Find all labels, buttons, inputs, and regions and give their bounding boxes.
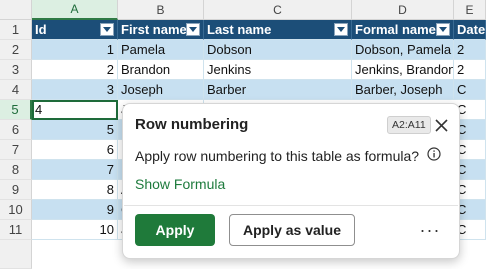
row-header[interactable]: 10 — [0, 200, 32, 220]
row-header[interactable]: 3 — [0, 60, 32, 80]
more-options-icon[interactable]: ··· — [415, 218, 445, 242]
row-header[interactable] — [0, 240, 32, 269]
column-header-d[interactable]: D — [352, 0, 454, 20]
row-header[interactable]: 4 — [0, 80, 32, 100]
select-all-corner[interactable] — [0, 0, 32, 20]
filter-dropdown-icon[interactable] — [334, 23, 348, 36]
filter-dropdown-icon[interactable] — [436, 23, 450, 36]
cell-formal-name[interactable]: Dobson, Pamela — [352, 40, 454, 60]
header-label: Date — [457, 22, 486, 37]
cell-last-name[interactable]: Jenkins — [204, 60, 352, 80]
cell-date[interactable]: 2 — [454, 60, 486, 80]
cell-first-name[interactable]: Pamela — [118, 40, 204, 60]
filter-dropdown-icon[interactable] — [100, 23, 114, 36]
filter-dropdown-icon[interactable] — [186, 23, 200, 36]
active-cell-id[interactable]: 4 — [32, 100, 118, 120]
show-formula-link[interactable]: Show Formula — [135, 176, 225, 192]
row-header[interactable]: 8 — [0, 160, 32, 180]
cell-first-name[interactable]: Joseph — [118, 80, 204, 100]
cell-id[interactable]: 1 — [32, 40, 118, 60]
column-header-e[interactable]: E — [454, 0, 486, 20]
range-badge: A2:A11 — [387, 116, 431, 134]
cell-formal-name[interactable]: Jenkins, Brandon — [352, 60, 454, 80]
row-numbering-popup: Row numbering A2:A11 Apply row numbering… — [122, 103, 460, 259]
header-label: First name — [121, 22, 187, 37]
row-header[interactable]: 5 — [0, 100, 32, 120]
cell-id[interactable]: 3 — [32, 80, 118, 100]
row-header[interactable]: 9 — [0, 180, 32, 200]
header-label: Id — [35, 22, 47, 37]
cell-id[interactable]: 7 — [32, 160, 118, 180]
cell-formal-name[interactable]: Barber, Joseph — [352, 80, 454, 100]
cell-date[interactable]: 2 — [454, 40, 486, 60]
header-label: Last name — [207, 22, 272, 37]
divider — [124, 205, 458, 206]
info-icon[interactable] — [427, 147, 441, 161]
cell-last-name[interactable]: Dobson — [204, 40, 352, 60]
column-header-c[interactable]: C — [204, 0, 352, 20]
row-header[interactable]: 6 — [0, 120, 32, 140]
table-header-last-name[interactable]: Last name — [204, 20, 352, 40]
table-header-date[interactable]: Date — [454, 20, 486, 40]
popup-title: Row numbering — [135, 116, 249, 133]
cell-id[interactable]: 2 — [32, 60, 118, 80]
cell-id[interactable]: 10 — [32, 220, 118, 240]
cell-last-name[interactable]: Barber — [204, 80, 352, 100]
row-header[interactable]: 7 — [0, 140, 32, 160]
cell-id[interactable]: 5 — [32, 120, 118, 140]
cell-date[interactable]: C — [454, 80, 486, 100]
cell-id[interactable]: 8 — [32, 180, 118, 200]
close-icon[interactable] — [431, 115, 451, 135]
row-header[interactable]: 11 — [0, 220, 32, 240]
apply-as-value-button[interactable]: Apply as value — [229, 214, 355, 246]
cell-first-name[interactable]: Brandon — [118, 60, 204, 80]
row-header[interactable]: 2 — [0, 40, 32, 60]
header-label: Formal name — [355, 22, 436, 37]
row-header[interactable]: 1 — [0, 20, 32, 40]
table-header-formal-name[interactable]: Formal name — [352, 20, 454, 40]
column-header-a[interactable]: A — [32, 0, 118, 20]
popup-message: Apply row numbering to this table as for… — [135, 148, 420, 164]
cell-id[interactable]: 6 — [32, 140, 118, 160]
apply-button[interactable]: Apply — [135, 214, 215, 246]
cell-id[interactable]: 9 — [32, 200, 118, 220]
column-header-b[interactable]: B — [118, 0, 204, 20]
table-header-id[interactable]: Id — [32, 20, 118, 40]
table-header-first-name[interactable]: First name — [118, 20, 204, 40]
